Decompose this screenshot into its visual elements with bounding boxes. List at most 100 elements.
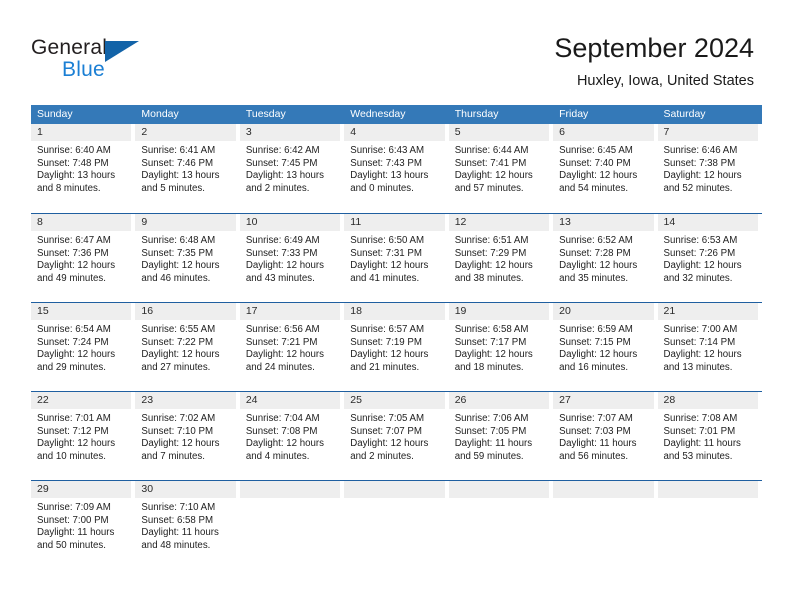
calendar-day-cell[interactable]: 2 Sunrise: 6:41 AM Sunset: 7:46 PM Daylight… bbox=[135, 124, 239, 213]
daylight-text-line2: and 10 minutes. bbox=[37, 450, 106, 462]
triangle-logo-icon bbox=[105, 41, 139, 62]
calendar-day-cell[interactable]: 13 Sunrise: 6:52 AM Sunset: 7:28 PM Dayligh… bbox=[553, 214, 657, 302]
weekday-header-thursday: Thursday bbox=[454, 108, 499, 120]
calendar-day-cell[interactable]: 3 Sunrise: 6:42 AM Sunset: 7:45 PM Daylight… bbox=[239, 124, 344, 213]
calendar-day-cell[interactable]: 9 Sunrise: 6:48 AM Sunset: 7:35 PM Daylight… bbox=[135, 214, 239, 302]
calendar-day-cell[interactable]: 29 Sunrise: 7:09 AM Sunset: 7:00 PM Dayligh… bbox=[31, 481, 135, 569]
daylight-text-line2: and 46 minutes. bbox=[141, 272, 211, 284]
daylight-text-line1: Daylight: 12 hours bbox=[350, 349, 429, 361]
calendar-day-cell[interactable]: 15 Sunrise: 6:54 AM Sunset: 7:24 PM Dayligh… bbox=[31, 303, 135, 391]
calendar-day-cell[interactable]: 18 Sunrise: 6:57 AM Sunset: 7:19 PM Dayligh… bbox=[344, 303, 448, 391]
sunrise-text: Sunrise: 7:10 AM bbox=[141, 502, 216, 513]
day-sun-info bbox=[449, 498, 549, 502]
sunset-text: Sunset: 7:19 PM bbox=[350, 336, 422, 348]
calendar-week-row: 15 Sunrise: 6:54 AM Sunset: 7:24 PM Dayligh… bbox=[31, 302, 762, 391]
sunset-text: Sunset: 7:38 PM bbox=[663, 157, 736, 169]
calendar-day-cell[interactable]: 8 Sunrise: 6:47 AM Sunset: 7:36 PM Daylight… bbox=[31, 214, 135, 302]
calendar-day-cell[interactable]: 28 Sunrise: 7:08 AM Sunset: 7:01 PM Dayligh… bbox=[657, 392, 762, 480]
daylight-text-line1: Daylight: 12 hours bbox=[37, 438, 116, 450]
sunset-text: Sunset: 7:15 PM bbox=[559, 336, 631, 348]
sunrise-text: Sunrise: 7:06 AM bbox=[454, 413, 529, 424]
daylight-text-line1: Daylight: 12 hours bbox=[141, 438, 220, 450]
daylight-text-line2: and 2 minutes. bbox=[245, 182, 310, 194]
calendar-week-row: 1 Sunrise: 6:40 AM Sunset: 7:48 PM Daylight… bbox=[31, 124, 762, 213]
calendar-grid: Sunday Monday Tuesday Wednesday Thursday… bbox=[31, 105, 762, 569]
daylight-text-line1: Daylight: 12 hours bbox=[559, 260, 638, 272]
calendar-day-cell[interactable]: 19 Sunrise: 6:58 AM Sunset: 7:17 PM Dayligh… bbox=[448, 303, 553, 391]
sunset-text: Sunset: 7:46 PM bbox=[141, 157, 214, 169]
day-number: 22 bbox=[37, 394, 49, 406]
calendar-day-cell-empty bbox=[344, 481, 448, 569]
day-number-strip: 1 bbox=[31, 124, 132, 141]
day-number: 29 bbox=[37, 483, 49, 495]
calendar-day-cell-empty bbox=[239, 481, 344, 569]
sunrise-text: Sunrise: 6:54 AM bbox=[37, 324, 111, 335]
calendar-week-row: 29 Sunrise: 7:09 AM Sunset: 7:00 PM Dayligh… bbox=[31, 480, 762, 569]
sunrise-text: Sunrise: 6:45 AM bbox=[559, 145, 633, 156]
calendar-day-cell[interactable]: 16 Sunrise: 6:55 AM Sunset: 7:22 PM Dayligh… bbox=[135, 303, 239, 391]
day-sun-info: Sunrise: 6:48 AM Sunset: 7:35 PM Daylight:… bbox=[135, 231, 235, 285]
brand-logo[interactable]: General Blue bbox=[31, 36, 171, 86]
sunrise-text: Sunrise: 7:09 AM bbox=[37, 502, 111, 513]
day-sun-info: Sunrise: 6:55 AM Sunset: 7:22 PM Daylight:… bbox=[135, 320, 235, 374]
calendar-day-cell[interactable]: 25 Sunrise: 7:05 AM Sunset: 7:07 PM Dayligh… bbox=[344, 392, 448, 480]
sunrise-text: Sunrise: 7:05 AM bbox=[350, 413, 425, 424]
calendar-day-cell[interactable]: 20 Sunrise: 6:59 AM Sunset: 7:15 PM Dayligh… bbox=[553, 303, 657, 391]
sunrise-text: Sunrise: 7:01 AM bbox=[37, 413, 111, 424]
sunset-text: Sunset: 6:58 PM bbox=[141, 514, 214, 526]
day-number: 26 bbox=[454, 394, 467, 406]
day-number: 6 bbox=[559, 126, 565, 138]
calendar-day-cell[interactable]: 26 Sunrise: 7:06 AM Sunset: 7:05 PM Dayligh… bbox=[448, 392, 553, 480]
calendar-day-cell[interactable]: 22 Sunrise: 7:01 AM Sunset: 7:12 PM Dayligh… bbox=[31, 392, 135, 480]
day-number-strip: 10 bbox=[239, 214, 341, 231]
day-sun-info: Sunrise: 6:41 AM Sunset: 7:46 PM Daylight:… bbox=[135, 141, 235, 195]
calendar-day-cell[interactable]: 1 Sunrise: 6:40 AM Sunset: 7:48 PM Daylight… bbox=[31, 124, 135, 213]
day-number: 2 bbox=[141, 126, 148, 138]
day-number: 1 bbox=[37, 126, 43, 138]
day-number-strip: 19 bbox=[448, 303, 550, 320]
day-number: 19 bbox=[454, 305, 467, 317]
calendar-day-cell[interactable]: 17 Sunrise: 6:56 AM Sunset: 7:21 PM Dayligh… bbox=[239, 303, 344, 391]
sunrise-text: Sunrise: 6:42 AM bbox=[245, 145, 320, 156]
daylight-text-line1: Daylight: 11 hours bbox=[141, 527, 219, 539]
day-number: 9 bbox=[141, 216, 148, 228]
sunset-text: Sunset: 7:08 PM bbox=[245, 425, 318, 437]
sunset-text: Sunset: 7:48 PM bbox=[37, 157, 109, 169]
day-number: 5 bbox=[454, 126, 461, 138]
sunset-text: Sunset: 7:00 PM bbox=[37, 514, 109, 526]
calendar-page: General Blue September 2024 Huxley, Iowa… bbox=[0, 0, 792, 612]
calendar-day-cell[interactable]: 12 Sunrise: 6:51 AM Sunset: 7:29 PM Dayligh… bbox=[448, 214, 553, 302]
day-number-strip: 28 bbox=[657, 392, 758, 409]
calendar-day-cell[interactable]: 4 Sunrise: 6:43 AM Sunset: 7:43 PM Daylight… bbox=[344, 124, 448, 213]
sunset-text: Sunset: 7:05 PM bbox=[454, 425, 527, 437]
daylight-text-line1: Daylight: 11 hours bbox=[559, 438, 637, 450]
day-number-strip: 6 bbox=[553, 124, 654, 141]
day-sun-info: Sunrise: 6:45 AM Sunset: 7:40 PM Daylight:… bbox=[553, 141, 653, 195]
calendar-day-cell[interactable]: 24 Sunrise: 7:04 AM Sunset: 7:08 PM Dayligh… bbox=[239, 392, 344, 480]
calendar-day-cell[interactable]: 21 Sunrise: 7:00 AM Sunset: 7:14 PM Dayligh… bbox=[657, 303, 762, 391]
calendar-day-cell[interactable]: 14 Sunrise: 6:53 AM Sunset: 7:26 PM Dayligh… bbox=[657, 214, 762, 302]
calendar-day-cell[interactable]: 30 Sunrise: 7:10 AM Sunset: 6:58 PM Dayligh… bbox=[135, 481, 239, 569]
calendar-day-cell[interactable]: 10 Sunrise: 6:49 AM Sunset: 7:33 PM Dayligh… bbox=[239, 214, 344, 302]
day-sun-info: Sunrise: 6:51 AM Sunset: 7:29 PM Daylight:… bbox=[449, 231, 549, 285]
daylight-text-line2: and 50 minutes. bbox=[37, 539, 106, 551]
day-sun-info: Sunrise: 7:04 AM Sunset: 7:08 PM Daylight:… bbox=[240, 409, 340, 463]
daylight-text-line1: Daylight: 12 hours bbox=[245, 438, 324, 450]
sunset-text: Sunset: 7:17 PM bbox=[454, 336, 527, 348]
day-number: 17 bbox=[245, 305, 258, 317]
sunset-text: Sunset: 7:22 PM bbox=[141, 336, 214, 348]
brand-name-blue: Blue bbox=[62, 58, 105, 81]
calendar-week-inner: 1 Sunrise: 6:40 AM Sunset: 7:48 PM Daylight… bbox=[31, 124, 762, 213]
daylight-text-line1: Daylight: 13 hours bbox=[37, 170, 116, 182]
day-number-strip bbox=[553, 481, 654, 498]
calendar-day-cell[interactable]: 6 Sunrise: 6:45 AM Sunset: 7:40 PM Daylight… bbox=[553, 124, 657, 213]
calendar-day-cell[interactable]: 27 Sunrise: 7:07 AM Sunset: 7:03 PM Dayligh… bbox=[553, 392, 657, 480]
day-number-strip: 8 bbox=[31, 214, 132, 231]
weekday-header-wednesday: Wednesday bbox=[350, 108, 406, 120]
day-number-strip: 21 bbox=[657, 303, 758, 320]
calendar-day-cell[interactable]: 5 Sunrise: 6:44 AM Sunset: 7:41 PM Daylight… bbox=[448, 124, 553, 213]
calendar-day-cell[interactable]: 23 Sunrise: 7:02 AM Sunset: 7:10 PM Dayligh… bbox=[135, 392, 239, 480]
sunset-text: Sunset: 7:12 PM bbox=[37, 425, 109, 437]
calendar-day-cell[interactable]: 7 Sunrise: 6:46 AM Sunset: 7:38 PM Daylight… bbox=[657, 124, 762, 213]
calendar-day-cell[interactable]: 11 Sunrise: 6:50 AM Sunset: 7:31 PM Dayligh… bbox=[344, 214, 448, 302]
